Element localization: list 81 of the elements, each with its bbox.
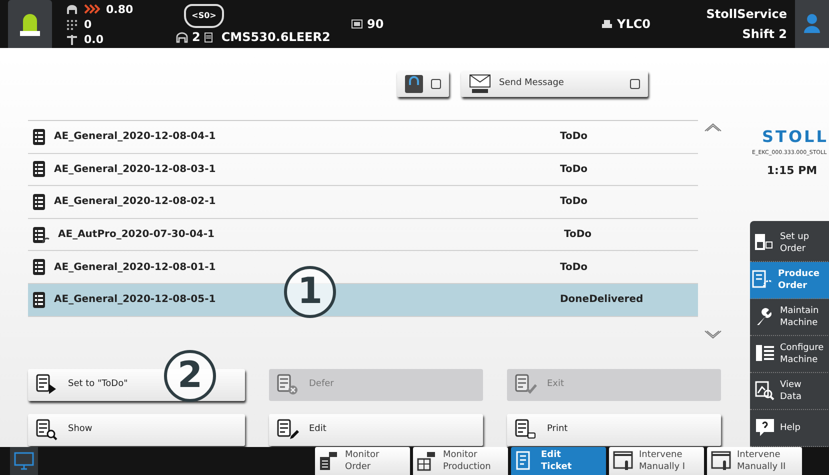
ticket-list-icon <box>32 290 46 309</box>
ticket-name: AE_General_2020-12-08-05-1 <box>53 293 217 308</box>
lamp-tile[interactable] <box>8 0 52 48</box>
user-icon <box>803 13 821 35</box>
ticket-status: ToDo <box>560 195 588 210</box>
apm-icon <box>405 75 423 93</box>
signal-lamp-icon <box>19 11 41 37</box>
ticket-row[interactable]: AE_General_2020-12-08-02-1 ToDo <box>28 186 698 219</box>
systems-count: 2 <box>192 29 200 46</box>
ticket-status: ToDo <box>560 130 588 144</box>
sidebar-item[interactable]: Configure Machine <box>750 336 829 373</box>
shift-label: Shift 2 <box>742 26 787 43</box>
ticket-gauge-icon <box>32 226 50 244</box>
bottom-tab[interactable]: Intervene Manually II <box>707 447 802 475</box>
user-name: StollService <box>706 6 787 23</box>
ticket-row[interactable]: AE_General_2020-12-08-03-1 ToDo <box>28 154 698 186</box>
play-icon <box>36 374 58 396</box>
mail-icon <box>469 74 491 94</box>
machine-badge: <S0> <box>184 4 224 28</box>
ticket-status: DoneDelivered <box>560 293 644 308</box>
ticket-row[interactable]: AE_General_2020-12-08-04-1 ToDo <box>28 121 698 154</box>
scroll-up-icon <box>704 122 722 132</box>
ticket-name: AE_General_2020-12-08-01-1 <box>53 260 217 275</box>
ticket-list-icon <box>32 192 46 211</box>
action-button[interactable]: Edit <box>269 414 483 446</box>
ticket-status: ToDo <box>560 162 588 177</box>
piece-count: 90 <box>367 16 384 33</box>
ticket-row[interactable]: AE_AutPro_2020-07-30-04-1 ToDo <box>28 218 698 252</box>
ticket-list-icon <box>32 258 46 276</box>
action-button[interactable]: Print <box>507 414 721 446</box>
clock-time: 1:15 PM <box>766 163 818 180</box>
ticket-list-icon <box>32 128 46 146</box>
carriage-icon <box>176 32 188 42</box>
user-tile[interactable] <box>795 0 829 48</box>
bottom-tab[interactable]: Monitor Order <box>315 447 410 475</box>
help-icon <box>754 417 776 439</box>
bottom-tab[interactable]: Edit Ticket <box>511 447 606 475</box>
ticket-list-icon <box>32 160 46 178</box>
pencil-icon <box>277 419 299 441</box>
ticket-name: AE_AutPro_2020-07-30-04-1 <box>57 228 216 242</box>
search-icon <box>36 419 58 441</box>
stat-value: 0 <box>84 16 92 32</box>
window-hand-icon <box>613 451 633 471</box>
speed-chevrons-icon <box>84 4 100 14</box>
apm-button[interactable] <box>397 71 449 97</box>
chart-search-icon <box>754 380 776 402</box>
ticket-status: ToDo <box>560 260 588 275</box>
ticket-name: AE_General_2020-12-08-04-1 <box>53 130 217 144</box>
printer-name: YLC0 <box>617 16 650 33</box>
bottom-tab[interactable]: Intervene Manually I <box>609 447 704 475</box>
cancel-icon <box>277 374 299 396</box>
ticket-name: AE_General_2020-12-08-03-1 <box>53 162 217 177</box>
sidebar-item[interactable]: Maintain Machine <box>750 299 829 336</box>
list-camera-icon <box>319 451 339 471</box>
ticket-status: ToDo <box>564 228 592 242</box>
checkbox[interactable] <box>630 79 640 89</box>
ticket-name: AE_General_2020-12-08-02-1 <box>53 195 217 210</box>
grid-camera-icon <box>417 451 437 471</box>
desktop-button[interactable] <box>10 447 38 475</box>
printer-icon <box>515 419 537 441</box>
tension-icon <box>66 34 78 44</box>
file-icon <box>204 32 214 42</box>
counter-icon <box>351 19 363 29</box>
check-icon <box>515 374 537 396</box>
scroll-down-icon <box>704 330 722 340</box>
send-message-button[interactable]: Send Message <box>461 71 648 97</box>
sidebar-item[interactable]: View Data <box>750 373 829 410</box>
brand-logo: STOLL <box>761 126 828 148</box>
gauge-list-icon <box>752 269 774 291</box>
printer-icon <box>601 19 613 29</box>
bottom-tab[interactable]: Monitor Production <box>413 447 508 475</box>
sidebar-item[interactable]: Produce Order <box>750 262 829 299</box>
grid-icon <box>66 18 78 30</box>
checkbox[interactable] <box>431 79 441 89</box>
window-hand-icon <box>711 451 731 471</box>
monitor-icon <box>14 452 34 470</box>
program-name: CMS530.6LEER2 <box>221 29 330 46</box>
stat-value: 0.0 <box>84 32 104 46</box>
action-button[interactable]: Show <box>28 414 245 446</box>
stat-value: 0.80 <box>106 2 134 16</box>
carriage-icon <box>66 4 78 14</box>
